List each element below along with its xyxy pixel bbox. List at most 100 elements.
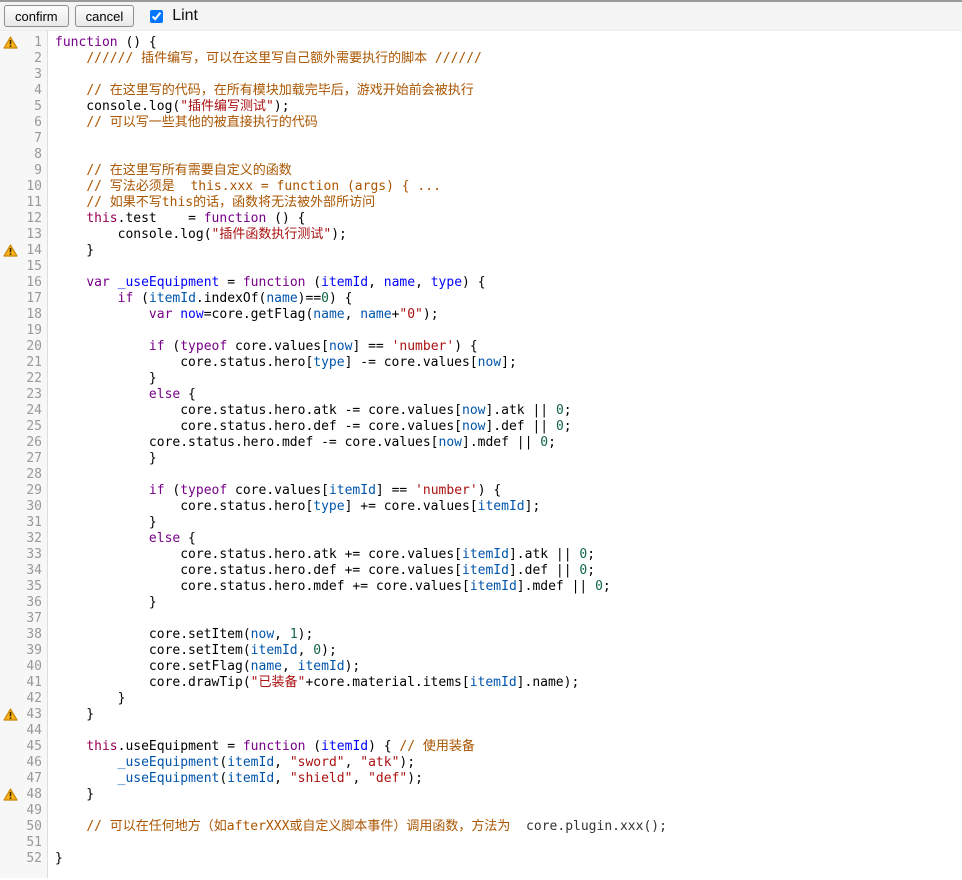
code-line: 28	[0, 467, 962, 483]
line-number: 48	[26, 787, 42, 802]
code-line: 12 this.test = function () {	[0, 211, 962, 227]
code-line-text: core.status.hero.atk -= core.values[now]…	[48, 403, 572, 419]
code-line: 5 console.log("插件编写测试");	[0, 99, 962, 115]
line-number: 7	[34, 131, 42, 146]
line-number: 40	[26, 659, 42, 674]
line-number: 35	[26, 579, 42, 594]
code-line-text: }	[48, 243, 94, 259]
gutter-cell: 8	[0, 147, 48, 163]
code-line: 49	[0, 803, 962, 819]
code-line-text: // 写法必须是 this.xxx = function (args) { ..…	[48, 179, 441, 195]
line-number: 19	[26, 323, 42, 338]
gutter-cell: 5	[0, 99, 48, 115]
code-line: 25 core.status.hero.def -= core.values[n…	[0, 419, 962, 435]
line-number: 31	[26, 515, 42, 530]
code-line-text: // 如果不写this的话，函数将无法被外部所访问	[48, 195, 375, 211]
line-number: 37	[26, 611, 42, 626]
code-line-text: // 在这里写所有需要自定义的函数	[48, 163, 292, 179]
gutter-cell: 45	[0, 739, 48, 755]
gutter-cell: 24	[0, 403, 48, 419]
gutter-cell: 9	[0, 163, 48, 179]
lint-warning-icon[interactable]	[3, 244, 18, 257]
code-line-text: _useEquipment(itemId, "shield", "def");	[48, 771, 423, 787]
gutter-cell: 2	[0, 51, 48, 67]
gutter-cell: 46	[0, 755, 48, 771]
code-line-text: core.setItem(now, 1);	[48, 627, 313, 643]
code-line: 26 core.status.hero.mdef -= core.values[…	[0, 435, 962, 451]
line-number: 18	[26, 307, 42, 322]
gutter-cell: 16	[0, 275, 48, 291]
line-number: 13	[26, 227, 42, 242]
code-line: 10 // 写法必须是 this.xxx = function (args) {…	[0, 179, 962, 195]
line-number: 44	[26, 723, 42, 738]
gutter-cell: 42	[0, 691, 48, 707]
code-line: 35 core.status.hero.mdef += core.values[…	[0, 579, 962, 595]
cancel-button[interactable]: cancel	[75, 5, 135, 27]
code-line: 14 }	[0, 243, 962, 259]
line-number: 41	[26, 675, 42, 690]
code-line: 15	[0, 259, 962, 275]
code-line: 24 core.status.hero.atk -= core.values[n…	[0, 403, 962, 419]
gutter-cell: 19	[0, 323, 48, 339]
gutter-cell: 37	[0, 611, 48, 627]
code-line-text	[48, 131, 63, 147]
code-line: 19	[0, 323, 962, 339]
line-number: 43	[26, 707, 42, 722]
gutter-cell: 43	[0, 707, 48, 723]
code-line: 33 core.status.hero.atk += core.values[i…	[0, 547, 962, 563]
code-line-text: }	[48, 595, 157, 611]
code-editor[interactable]: 1 function () {2 ////// 插件编写，可以在这里写自己额外需要…	[0, 31, 962, 878]
code-line-text: function () {	[48, 35, 157, 51]
code-line: 7	[0, 131, 962, 147]
code-line-text: console.log("插件函数执行测试");	[48, 227, 347, 243]
code-line-text: else {	[48, 531, 196, 547]
code-line-text: core.status.hero.def -= core.values[now]…	[48, 419, 572, 435]
code-line-text: // 在这里写的代码，在所有模块加载完毕后，游戏开始前会被执行	[48, 83, 474, 99]
code-line-text: ////// 插件编写，可以在这里写自己额外需要执行的脚本 //////	[48, 51, 482, 67]
code-line: 44	[0, 723, 962, 739]
gutter-cell: 44	[0, 723, 48, 739]
code-line: 42 }	[0, 691, 962, 707]
line-number: 28	[26, 467, 42, 482]
code-line: 27 }	[0, 451, 962, 467]
gutter-cell: 52	[0, 851, 48, 867]
line-number: 38	[26, 627, 42, 642]
code-line: 6 // 可以写一些其他的被直接执行的代码	[0, 115, 962, 131]
lint-warning-icon[interactable]	[3, 36, 18, 49]
gutter-cell: 21	[0, 355, 48, 371]
line-number: 51	[26, 835, 42, 850]
code-line-text: this.useEquipment = function (itemId) { …	[48, 739, 475, 755]
code-line-text: core.status.hero[type] += core.values[it…	[48, 499, 540, 515]
code-line: 4 // 在这里写的代码，在所有模块加载完毕后，游戏开始前会被执行	[0, 83, 962, 99]
code-line-text	[48, 323, 63, 339]
lint-checkbox[interactable]	[150, 10, 163, 23]
gutter-cell: 35	[0, 579, 48, 595]
lint-warning-icon[interactable]	[3, 708, 18, 721]
confirm-button[interactable]: confirm	[4, 5, 69, 27]
code-line: 36 }	[0, 595, 962, 611]
gutter-cell: 40	[0, 659, 48, 675]
code-line-text: core.setItem(itemId, 0);	[48, 643, 337, 659]
line-number: 3	[34, 67, 42, 82]
code-line: 39 core.setItem(itemId, 0);	[0, 643, 962, 659]
gutter-cell: 48	[0, 787, 48, 803]
code-line-text: _useEquipment(itemId, "sword", "atk");	[48, 755, 415, 771]
line-number: 24	[26, 403, 42, 418]
code-line-text: this.test = function () {	[48, 211, 305, 227]
code-line: 2 ////// 插件编写，可以在这里写自己额外需要执行的脚本 //////	[0, 51, 962, 67]
code-line-text: var _useEquipment = function (itemId, na…	[48, 275, 486, 291]
code-line-text: if (typeof core.values[itemId] == 'numbe…	[48, 483, 501, 499]
gutter-cell: 15	[0, 259, 48, 275]
code-line-text: else {	[48, 387, 196, 403]
code-line: 50 // 可以在任何地方（如afterXXX或自定义脚本事件）调用函数，方法为…	[0, 819, 962, 835]
code-line: 43 }	[0, 707, 962, 723]
gutter-cell: 25	[0, 419, 48, 435]
gutter-cell: 34	[0, 563, 48, 579]
gutter-cell: 23	[0, 387, 48, 403]
lint-warning-icon[interactable]	[3, 788, 18, 801]
line-number: 1	[34, 35, 42, 50]
line-number: 8	[34, 147, 42, 162]
line-number: 10	[26, 179, 42, 194]
line-number: 42	[26, 691, 42, 706]
code-line-text: // 可以在任何地方（如afterXXX或自定义脚本事件）调用函数，方法为 co…	[48, 819, 667, 835]
